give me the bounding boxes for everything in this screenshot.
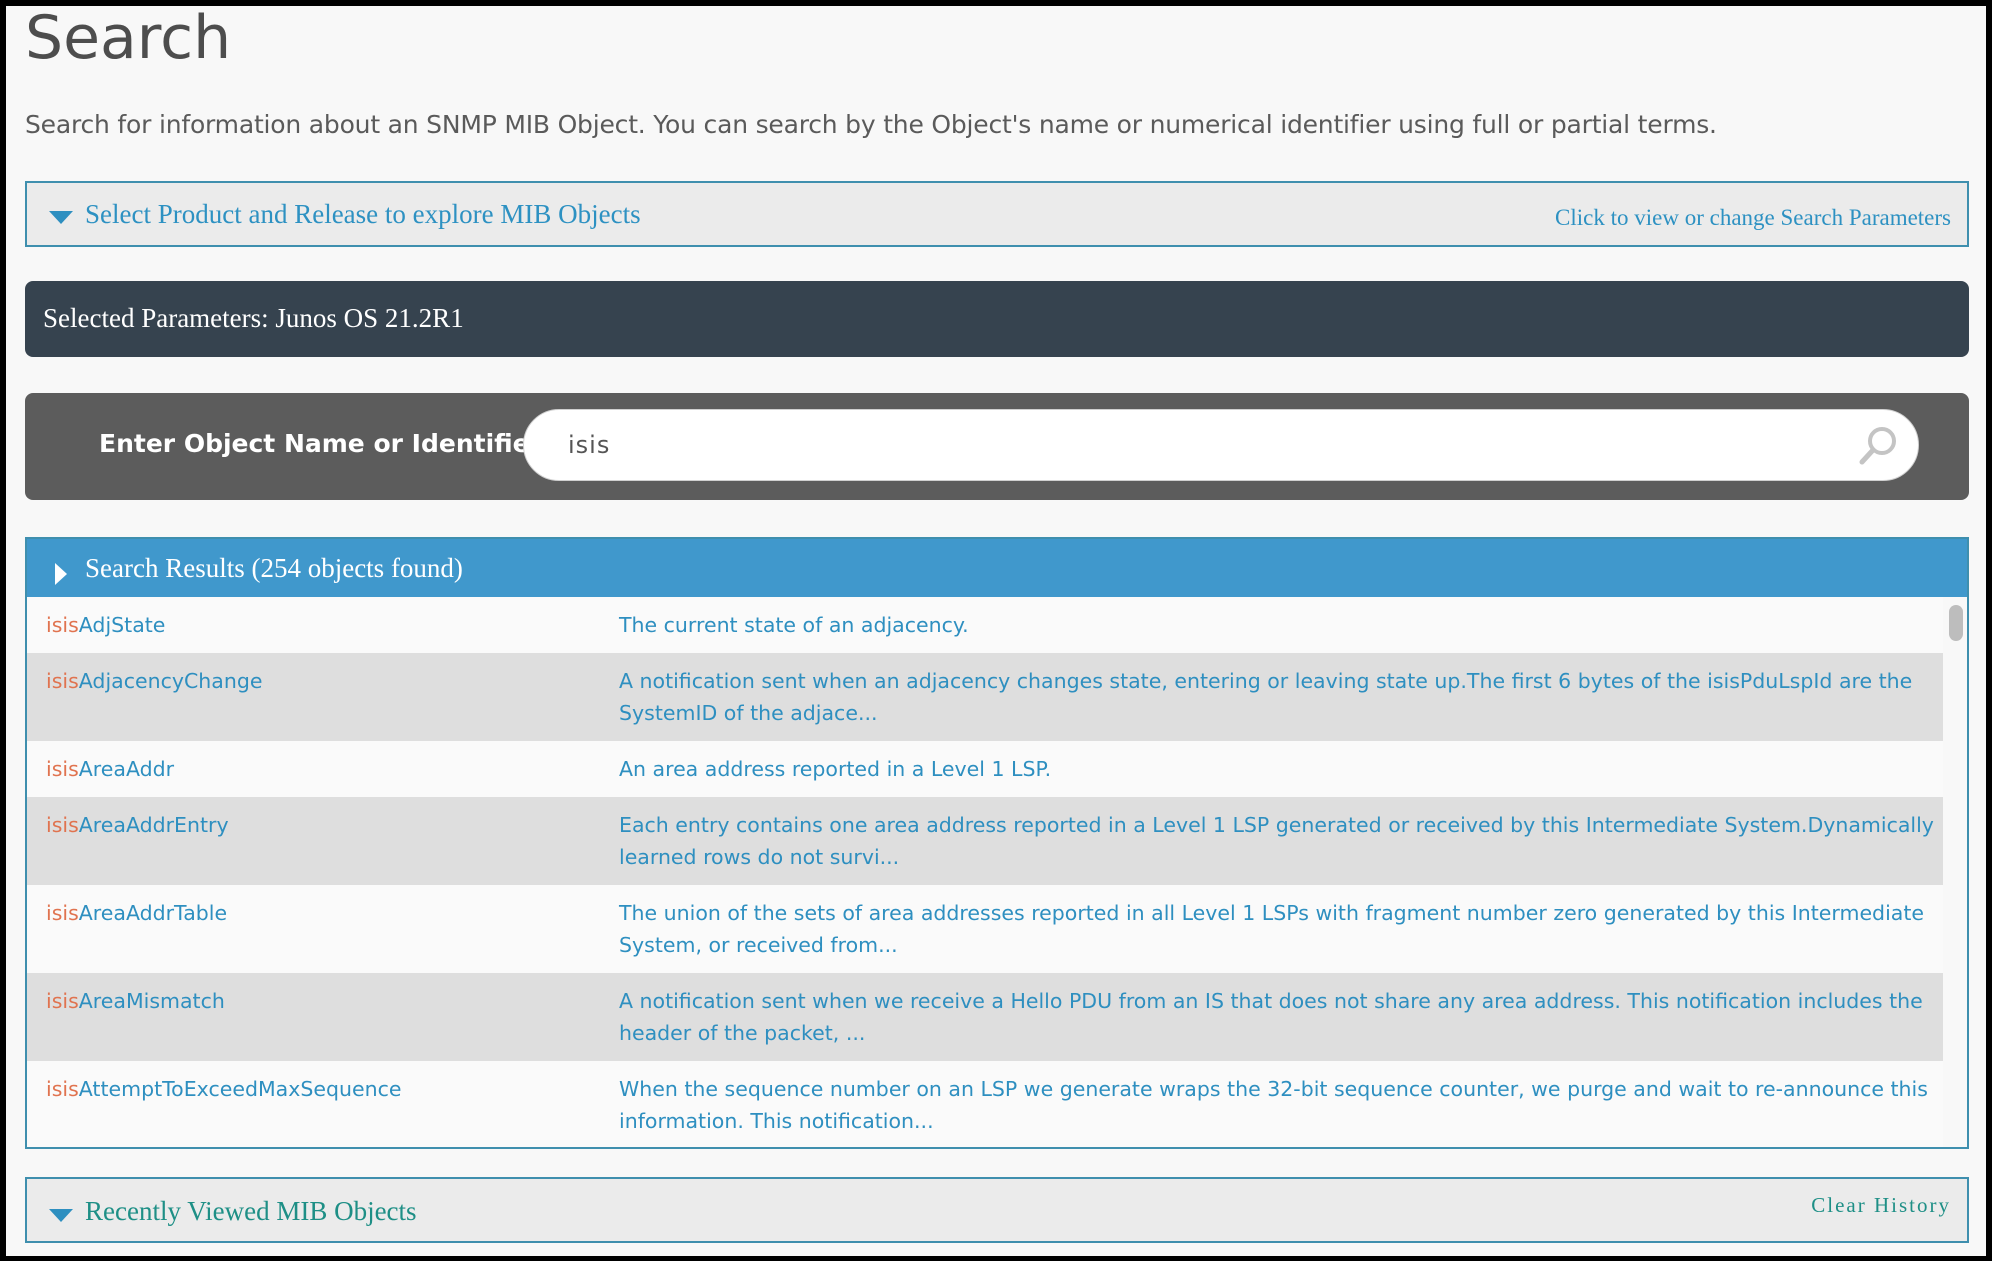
page-frame: Search Search for information about an S… <box>6 6 1986 1256</box>
selected-parameters-text: Selected Parameters: Junos OS 21.2R1 <box>43 303 464 333</box>
search-input[interactable] <box>568 424 1818 466</box>
scrollbar-thumb[interactable] <box>1949 605 1963 641</box>
page-intro: Search for information about an SNMP MIB… <box>25 110 1717 139</box>
search-results-header[interactable]: Search Results (254 objects found) <box>27 539 1967 597</box>
object-name-rest: AreaMismatch <box>78 989 225 1013</box>
object-name-rest: AreaAddrEntry <box>78 813 229 837</box>
object-name-link[interactable]: isisAreaAddr <box>27 753 619 785</box>
table-row[interactable]: isisAdjState The current state of an adja… <box>27 597 1943 653</box>
object-name-match: isis <box>46 757 79 781</box>
object-name-rest: AreaAddr <box>78 757 175 781</box>
object-name-rest: AdjacencyChange <box>78 669 263 693</box>
results-scrollbar[interactable] <box>1949 601 1963 1143</box>
product-release-toggle[interactable]: Select Product and Release to explore MI… <box>25 181 1969 247</box>
object-name-match: isis <box>46 1077 79 1101</box>
table-row[interactable]: isisAreaAddr An area address reported in … <box>27 741 1943 797</box>
object-description[interactable]: Each entry contains one area address rep… <box>619 809 1943 873</box>
product-release-label: Select Product and Release to explore MI… <box>85 199 641 229</box>
search-box <box>523 409 1919 481</box>
results-list: isisAdjState The current state of an adja… <box>27 597 1943 1147</box>
table-row[interactable]: isisAttemptToExceedMaxSequence When the s… <box>27 1061 1943 1147</box>
object-name-match: isis <box>46 901 79 925</box>
change-parameters-link[interactable]: Click to view or change Search Parameter… <box>1555 205 1951 231</box>
clear-history-link[interactable]: Clear History <box>1811 1193 1951 1218</box>
object-description[interactable]: A notification sent when an adjacency ch… <box>619 665 1943 729</box>
object-name-link[interactable]: isisAreaMismatch <box>27 985 619 1049</box>
triangle-down-icon <box>49 1209 73 1222</box>
table-row[interactable]: isisAreaAddrTable The union of the sets o… <box>27 885 1943 973</box>
table-row[interactable]: isisAreaAddrEntry Each entry contains one… <box>27 797 1943 885</box>
object-name-rest: AreaAddrTable <box>78 901 228 925</box>
object-name-link[interactable]: isisAreaAddrTable <box>27 897 619 961</box>
object-description[interactable]: An area address reported in a Level 1 LS… <box>619 753 1943 785</box>
search-label: Enter Object Name or Identifier: <box>99 429 552 458</box>
search-icon[interactable] <box>1856 424 1900 468</box>
search-results-panel: Search Results (254 objects found) isisA… <box>25 537 1969 1149</box>
object-name-rest: AdjState <box>78 613 166 637</box>
object-description[interactable]: The current state of an adjacency. <box>619 609 1943 641</box>
object-name-match: isis <box>46 613 79 637</box>
object-description[interactable]: The union of the sets of area addresses … <box>619 897 1943 961</box>
object-name-match: isis <box>46 813 79 837</box>
object-name-match: isis <box>46 669 79 693</box>
triangle-right-icon <box>55 563 67 585</box>
selected-parameters-bar: Selected Parameters: Junos OS 21.2R1 <box>25 281 1969 357</box>
recently-viewed-toggle[interactable]: Recently Viewed MIB Objects Clear Histor… <box>25 1177 1969 1243</box>
page-title: Search <box>25 6 232 73</box>
triangle-down-icon <box>49 211 73 224</box>
object-name-rest: AttemptToExceedMaxSequence <box>78 1077 402 1101</box>
table-row[interactable]: isisAreaMismatch A notification sent when… <box>27 973 1943 1061</box>
object-name-match: isis <box>46 989 79 1013</box>
object-name-link[interactable]: isisAdjacencyChange <box>27 665 619 729</box>
object-description[interactable]: A notification sent when we receive a He… <box>619 985 1943 1049</box>
object-name-link[interactable]: isisAdjState <box>27 609 619 641</box>
table-row[interactable]: isisAdjacencyChange A notification sent w… <box>27 653 1943 741</box>
search-panel: Enter Object Name or Identifier: <box>25 393 1969 500</box>
object-name-link[interactable]: isisAreaAddrEntry <box>27 809 619 873</box>
object-description[interactable]: When the sequence number on an LSP we ge… <box>619 1073 1943 1137</box>
search-results-count: Search Results (254 objects found) <box>85 553 463 583</box>
object-name-link[interactable]: isisAttemptToExceedMaxSequence <box>27 1073 619 1137</box>
recently-viewed-label: Recently Viewed MIB Objects <box>85 1196 417 1226</box>
